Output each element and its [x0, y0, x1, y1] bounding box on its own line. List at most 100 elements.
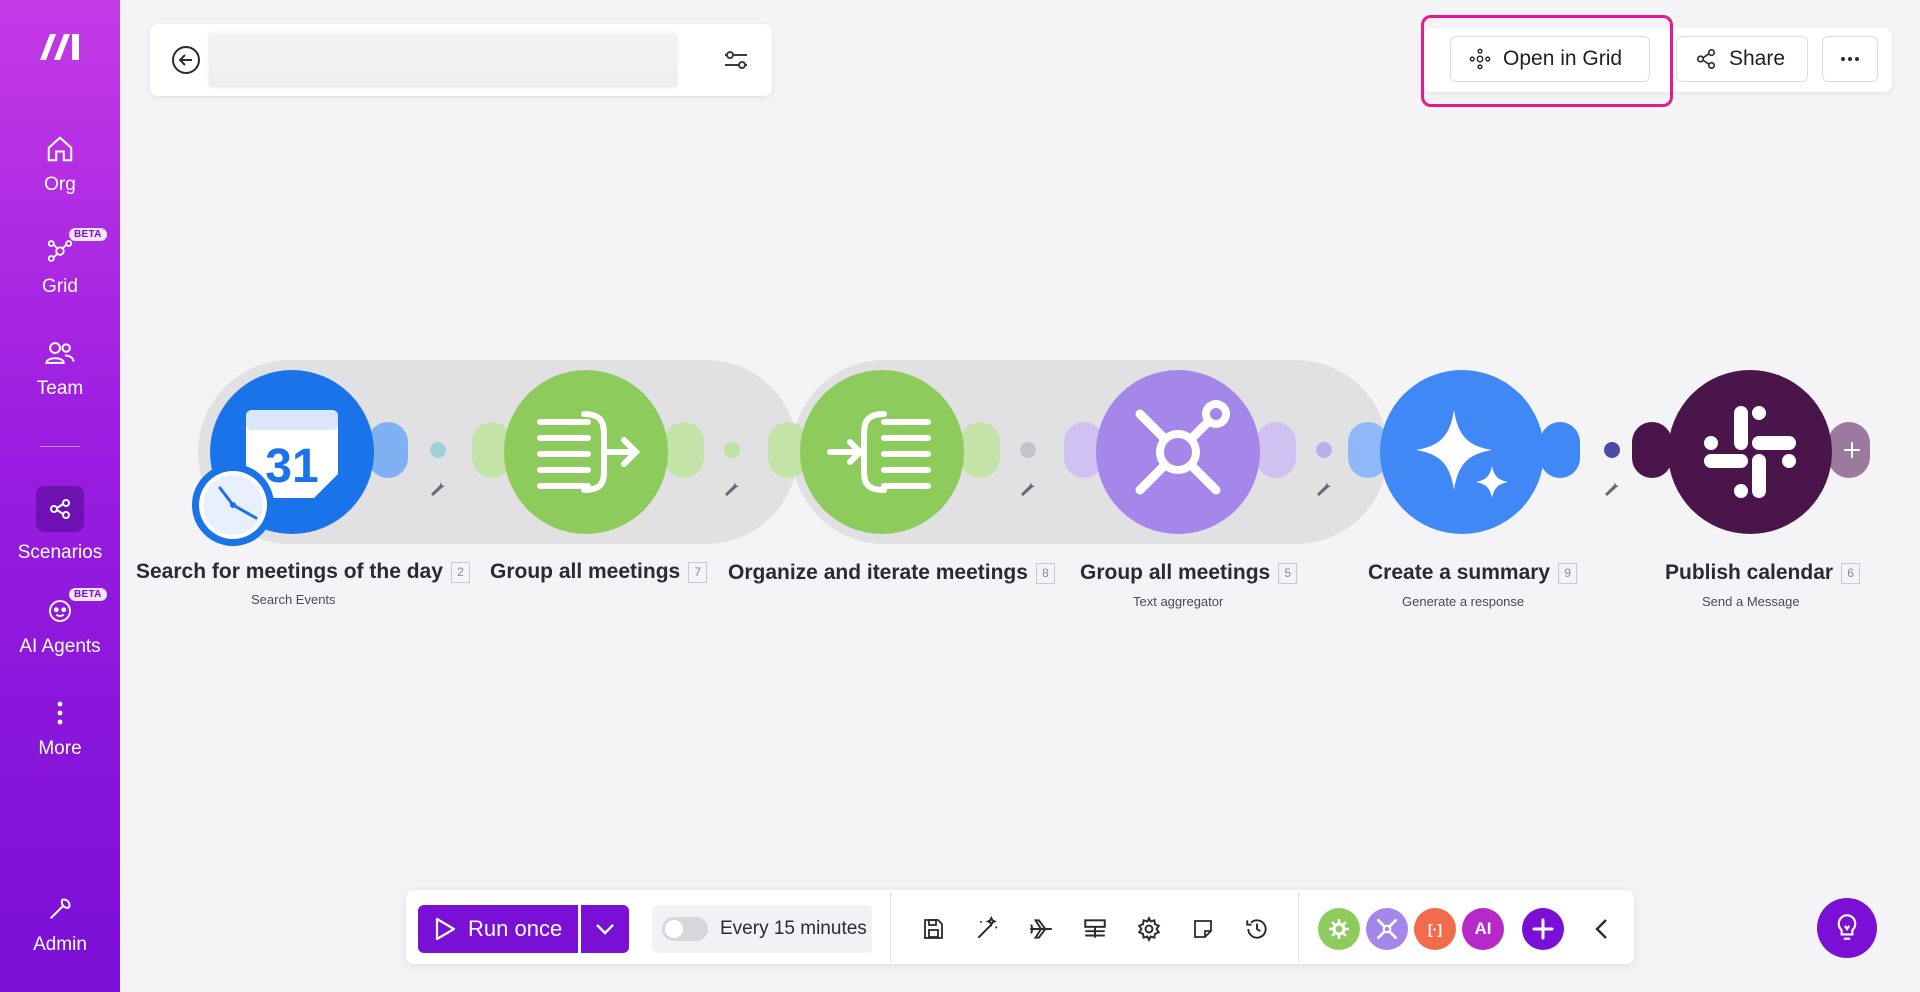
plus-icon	[1532, 918, 1554, 940]
connector-lobe	[1256, 422, 1296, 478]
module-id-badge: 7	[688, 561, 708, 583]
more-options-button[interactable]	[1822, 36, 1878, 82]
back-arrow-icon[interactable]	[170, 44, 202, 76]
tools-icon	[1135, 400, 1230, 495]
wrench-icon[interactable]	[1314, 478, 1334, 498]
aggregator-module[interactable]	[504, 370, 668, 534]
connector-dot[interactable]	[1020, 442, 1036, 458]
run-once-label: Run once	[468, 916, 563, 941]
grid-icon: BETA	[43, 228, 107, 268]
tips-button[interactable]	[1817, 898, 1877, 958]
wrench-icon[interactable]	[1018, 478, 1038, 498]
scenario-name-bar	[150, 24, 772, 96]
connector-dot[interactable]	[724, 442, 740, 458]
ai-icon: AI	[1474, 919, 1492, 938]
module-title: Group all meetings 7	[490, 560, 708, 584]
save-button[interactable]	[916, 912, 950, 946]
airplane-icon	[1030, 919, 1052, 939]
module-title: Organize and iterate meetings 8	[728, 561, 1055, 585]
play-icon	[435, 917, 456, 941]
ai-app-button[interactable]: AI	[1462, 908, 1504, 950]
sidebar-item-label: AI Agents	[19, 636, 101, 657]
history-icon	[1246, 919, 1267, 939]
sidebar-item-label: Scenarios	[17, 542, 103, 563]
sidebar-item-label: Admin	[33, 934, 87, 955]
wrench-icon[interactable]	[1602, 478, 1622, 498]
text-aggregator-module[interactable]	[1096, 370, 1260, 534]
beta-badge: BETA	[69, 588, 107, 601]
sidebar-item-label: Team	[36, 378, 84, 399]
slack-module[interactable]	[1668, 370, 1832, 534]
flow-control-icon	[1329, 919, 1349, 939]
add-app-button[interactable]	[1522, 908, 1564, 950]
module-subtitle: Text aggregator	[1133, 594, 1224, 609]
chevron-down-icon	[596, 924, 614, 935]
slack-icon	[1704, 406, 1796, 498]
module-title: Search for meetings of the day 2	[136, 560, 470, 584]
sidebar-item-scenarios[interactable]: Scenarios	[0, 486, 120, 566]
notes-button[interactable]	[1186, 912, 1220, 946]
wrench-icon[interactable]	[428, 478, 448, 498]
sidebar-item-more[interactable]: More	[0, 696, 120, 776]
gemini-module[interactable]	[1380, 370, 1544, 534]
wrench-icon[interactable]	[722, 478, 742, 498]
collapse-toolbar-button[interactable]	[1584, 912, 1618, 946]
iterator-module[interactable]	[800, 370, 964, 534]
run-options-dropdown[interactable]	[581, 905, 629, 953]
flow-control-app-button[interactable]	[1318, 908, 1360, 950]
chevron-left-icon	[1595, 919, 1607, 939]
lightbulb-icon	[1837, 914, 1857, 940]
module-subtitle: Search Events	[251, 592, 336, 607]
module-id-badge: 9	[1558, 562, 1578, 584]
connector-lobe	[664, 422, 704, 478]
schedule-toggle[interactable]	[662, 917, 708, 941]
ai-agents-icon: BETA	[43, 588, 107, 628]
filter-settings-icon[interactable]	[722, 46, 750, 74]
run-once-button[interactable]: Run once	[418, 905, 578, 953]
schedule-clock-icon[interactable]	[190, 462, 276, 548]
scenario-name-field[interactable]	[208, 32, 678, 88]
tools-app-button[interactable]	[1366, 908, 1408, 950]
sidebar-item-admin[interactable]: Admin	[0, 892, 120, 972]
share-button[interactable]: Share	[1676, 36, 1808, 82]
plus-icon[interactable]	[1842, 440, 1862, 460]
magic-wand-icon	[977, 916, 998, 939]
module-subtitle: Send a Message	[1702, 594, 1800, 609]
json-app-button[interactable]: [·]	[1414, 908, 1456, 950]
sidebar-item-grid[interactable]: BETA Grid	[0, 228, 120, 314]
module-subtitle: Generate a response	[1402, 594, 1525, 609]
history-button[interactable]	[1240, 912, 1274, 946]
sidebar-item-team[interactable]: Team	[0, 336, 120, 416]
open-in-grid-label: Open in Grid	[1503, 47, 1623, 70]
auto-align-button[interactable]	[970, 912, 1004, 946]
scenario-settings-button[interactable]	[1132, 912, 1166, 946]
wrench-icon	[43, 892, 77, 926]
sidebar-item-ai-agents[interactable]: BETA AI Agents	[0, 588, 120, 674]
connector-dot[interactable]	[430, 442, 446, 458]
connector-dot[interactable]	[1604, 442, 1620, 458]
flight-button[interactable]	[1024, 912, 1058, 946]
module-id-badge: 6	[1841, 562, 1861, 584]
open-in-grid-button[interactable]: Open in Grid	[1450, 36, 1650, 82]
save-icon	[924, 919, 943, 939]
more-horizontal-icon	[1841, 57, 1859, 61]
connector-lobe	[368, 422, 408, 478]
tools-icon	[1376, 918, 1398, 940]
notes-icon	[1194, 920, 1212, 938]
schedule-label[interactable]: Every 15 minutes	[720, 918, 867, 940]
module-id-badge: 5	[1278, 562, 1298, 584]
sidebar-item-org[interactable]: Org	[0, 132, 120, 212]
data-structures-button[interactable]	[1078, 912, 1112, 946]
toolbar-divider	[1298, 892, 1299, 962]
module-title: Publish calendar 6	[1665, 561, 1861, 585]
array-aggregator-icon	[537, 411, 641, 493]
connector-dot[interactable]	[1316, 442, 1332, 458]
sidebar-item-label: More	[38, 738, 82, 759]
beta-badge: BETA	[69, 228, 107, 241]
scenario-canvas[interactable]: 31 Search for meetings of the day 2 Sear…	[120, 120, 1920, 880]
home-icon	[43, 132, 77, 166]
sidebar: Org BETA Grid Team Scenarios BETA AI Age…	[0, 0, 120, 992]
iterator-icon	[827, 411, 931, 493]
make-logo[interactable]	[36, 28, 84, 64]
settings-icon	[1137, 916, 1161, 942]
